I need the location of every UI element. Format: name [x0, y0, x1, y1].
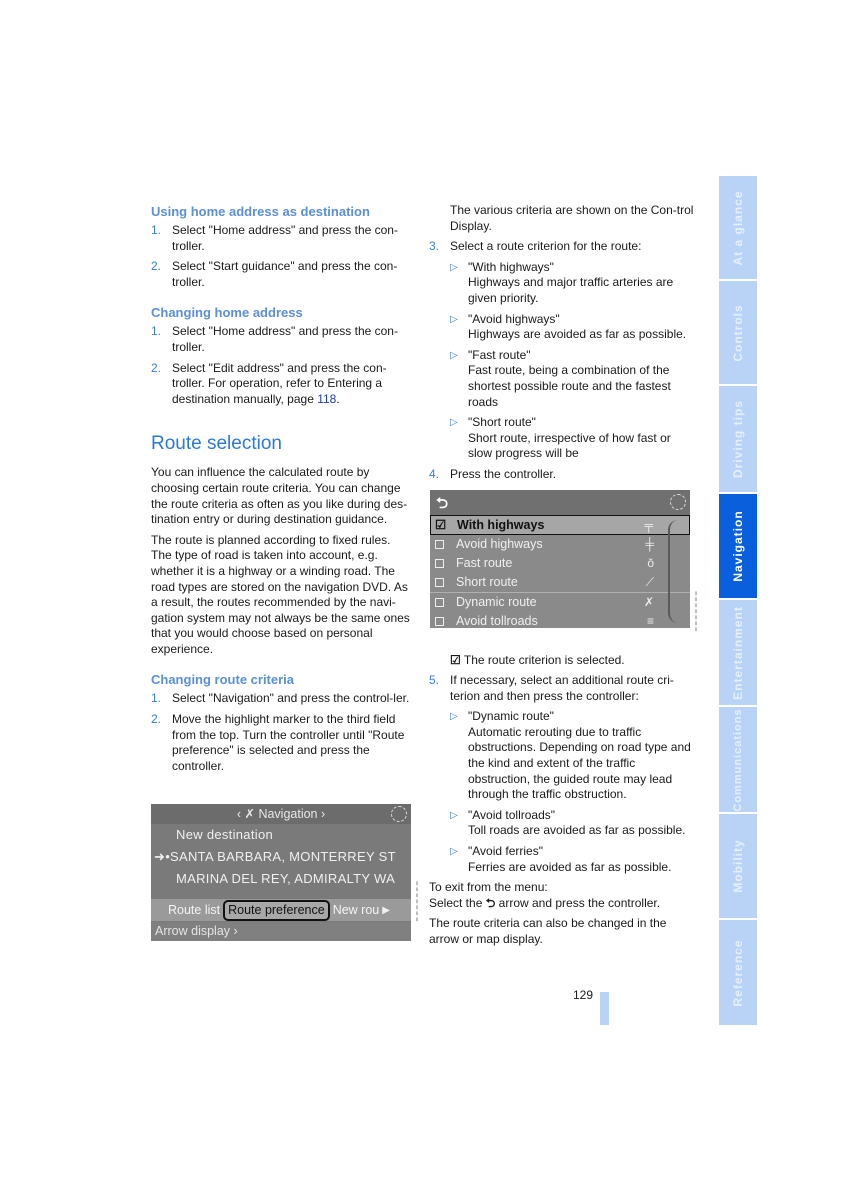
checkbox-icon: [435, 598, 444, 607]
menu-line: ➜•SANTA BARBARA, MONTERREY ST: [154, 849, 396, 864]
short-route-icon: ⟋: [645, 575, 654, 589]
screen-bottom-line: Arrow display ›: [151, 922, 411, 941]
criterion-item: ▷ "Fast route" Fast route, being a combina…: [450, 347, 671, 409]
triangle-bullet-icon: ▷: [450, 417, 458, 429]
step: 2. Select "Edit address" and press the co…: [151, 360, 387, 406]
highway-icon: ╤: [644, 518, 653, 532]
criterion-item: ▷ "With highways" Highways and major traff…: [450, 259, 674, 305]
screen-tabs: Route list Route preference New rou ▶: [151, 899, 411, 921]
criterion-row: Dynamic route ✗: [430, 592, 690, 612]
screen-tab: Route list: [168, 903, 221, 917]
screen-tab: New rou: [332, 903, 380, 917]
criterion-item: ▷ "Avoid highways" Highways are avoided as…: [450, 311, 687, 342]
play-right-icon: ▶: [382, 904, 390, 916]
criterion-row: Fast route ŏ: [430, 554, 690, 573]
triangle-bullet-icon: ▷: [450, 809, 458, 821]
screen-scrollbar: [668, 520, 684, 623]
heading-home-destination: Using home address as destination: [151, 204, 370, 219]
triangle-bullet-icon: ▷: [450, 846, 458, 858]
tollroad-icon: ≡: [646, 614, 654, 628]
criterion-item: ▷ "Dynamic route" Automatic rerouting due …: [450, 709, 691, 802]
triangle-bullet-icon: ▷: [450, 313, 458, 325]
chapter-tab-at-a-glance[interactable]: At a glance: [719, 176, 757, 279]
criterion-row: Avoid tollroads ≡: [430, 612, 690, 628]
heading-route-selection: Route selection: [151, 433, 282, 455]
avoid-highway-icon: ╪: [645, 537, 654, 551]
step: 4. Press the controller.: [429, 466, 557, 481]
step: 3. Select a route criterion for the route…: [429, 239, 642, 254]
checkbox-icon: [435, 617, 444, 626]
navigation-screen-image: ‹ ✗ Navigation › New destination ➜•SANTA…: [151, 804, 411, 941]
checkbox-icon: [435, 578, 444, 587]
checkmark-box-icon: ☑: [435, 518, 447, 532]
navigation-icon: ✗: [244, 807, 255, 821]
step: 1. Select "Home address" and press the co…: [151, 324, 398, 354]
stopwatch-icon: ŏ: [647, 556, 654, 570]
step: 2. Move the highlight marker to the third…: [151, 712, 405, 773]
screen-title-bar: ⮌: [430, 490, 690, 515]
criterion-item: ▷ "Short route" Short route, irrespective …: [450, 415, 671, 461]
menu-line: New destination: [176, 827, 273, 842]
dynamic-route-icon: ✗: [643, 595, 654, 609]
criterion-row: Avoid highways ╪: [430, 535, 690, 554]
chapter-tab-entertainment[interactable]: Entertainment: [719, 600, 757, 705]
chapter-tabs: At a glance Controls Driving tips Naviga…: [719, 176, 757, 1026]
triangle-bullet-icon: ▷: [450, 349, 458, 361]
criterion-row: Short route ⟋: [430, 573, 690, 592]
selected-note: ☑ The route criterion is selected.: [450, 652, 625, 667]
controller-icon: [670, 494, 686, 510]
page-link[interactable]: 118: [317, 392, 336, 406]
arrow-marker-icon: ➜•: [154, 849, 171, 864]
page-number: 129: [573, 988, 594, 1002]
chapter-tab-controls[interactable]: Controls: [719, 281, 757, 384]
chapter-tab-navigation[interactable]: Navigation: [719, 494, 757, 598]
paragraph: The route is planned according to fixed …: [151, 532, 410, 656]
step: 1. Select "Home address" and press the co…: [151, 223, 398, 253]
back-arrow-icon: ⮌: [485, 895, 496, 910]
image-credit: ▮▮▮▮▮▮▮: [693, 590, 699, 632]
step: 2. Select "Start guidance" and press the …: [151, 259, 398, 289]
chapter-tab-driving-tips[interactable]: Driving tips: [719, 386, 757, 492]
chapter-tab-communications[interactable]: Communications: [719, 707, 757, 812]
checkbox-icon: [435, 540, 444, 549]
screen-title-bar: ‹ ✗ Navigation ›: [151, 804, 411, 824]
screen-tab-active: Route preference: [223, 899, 330, 921]
left-column: Using home address as destination 1. Sele…: [151, 203, 413, 779]
checkbox-icon: [435, 559, 444, 568]
criterion-item: ▷ "Avoid tollroads" Toll roads are avoided…: [450, 807, 686, 838]
chapter-tab-mobility[interactable]: Mobility: [719, 814, 757, 918]
checkmark-box-icon: ☑: [450, 652, 461, 667]
route-criteria-screen-image: ⮌ ☑ With highways ╤ Avoid highways ╪ Fast r…: [430, 490, 690, 628]
criterion-row-selected: ☑ With highways ╤: [430, 515, 690, 535]
step: 1. Select "Navigation" and press the cont…: [151, 691, 410, 706]
image-credit: ▮▮▮▮▮▮▮: [414, 880, 420, 922]
criterion-item: ▷ "Avoid ferries" Ferries are avoided as f…: [450, 844, 672, 874]
step: 5. If necessary, select an additional rou…: [429, 673, 674, 703]
heading-changing-route-criteria: Changing route criteria: [151, 672, 295, 688]
triangle-bullet-icon: ▷: [450, 261, 458, 273]
chapter-tab-reference[interactable]: Reference: [719, 920, 757, 1025]
heading-changing-home-address: Changing home address: [151, 305, 303, 321]
page-marker-bar: [600, 992, 609, 1025]
controller-icon: [391, 806, 407, 822]
menu-line: MARINA DEL REY, ADMIRALTY WA: [176, 871, 396, 886]
paragraph: You can influence the calculated route b…: [151, 465, 408, 527]
triangle-bullet-icon: ▷: [450, 711, 458, 723]
